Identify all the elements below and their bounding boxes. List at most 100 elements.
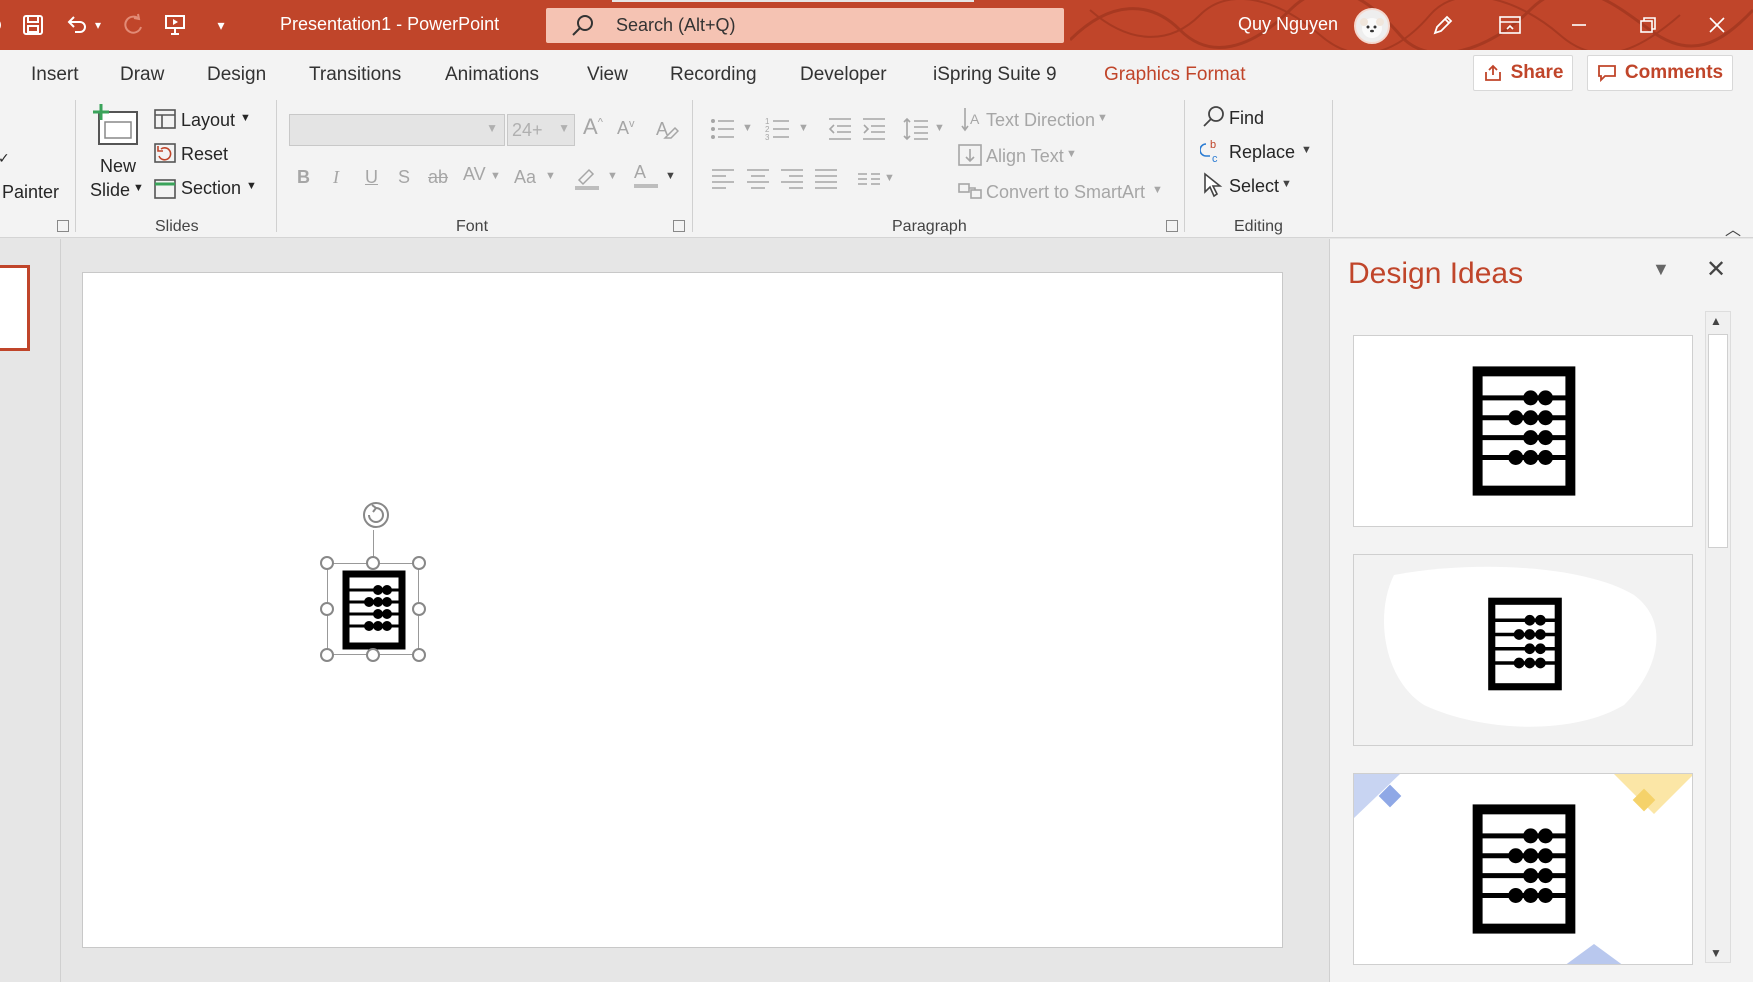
chevron-down-icon[interactable]: ▼: [558, 121, 570, 135]
chevron-down-icon[interactable]: ▼: [240, 112, 251, 124]
chevron-down-icon[interactable]: ▼: [545, 170, 556, 182]
convert-smartart-button[interactable]: Convert to SmartArt: [986, 182, 1145, 203]
shrink-font-button[interactable]: Av: [617, 118, 635, 139]
align-left-icon[interactable]: [710, 166, 736, 192]
present-icon[interactable]: [160, 10, 190, 40]
clipboard-launcher-icon[interactable]: [57, 220, 69, 232]
align-text-button[interactable]: Align Text: [986, 146, 1064, 167]
tab-graphics-format[interactable]: Graphics Format: [1104, 64, 1245, 86]
underline-button[interactable]: U: [365, 167, 378, 188]
highlight-icon[interactable]: [573, 164, 599, 190]
ribbon-display-options-icon[interactable]: [1487, 8, 1533, 42]
customize-quick-access-icon[interactable]: ▾: [206, 10, 236, 40]
chevron-down-icon[interactable]: ▼: [1066, 148, 1077, 160]
share-button[interactable]: Share: [1473, 55, 1573, 91]
align-center-icon[interactable]: [745, 166, 771, 192]
font-launcher-icon[interactable]: [673, 220, 685, 232]
strikethrough-button[interactable]: ab: [428, 167, 448, 188]
search-box[interactable]: Search (Alt+Q): [546, 8, 1064, 43]
chevron-down-icon[interactable]: ▼: [490, 170, 501, 182]
italic-button[interactable]: I: [333, 167, 339, 188]
chevron-down-icon[interactable]: ▼: [1152, 184, 1163, 196]
align-right-icon[interactable]: [779, 166, 805, 192]
replace-button[interactable]: Replace: [1229, 142, 1295, 163]
collapse-ribbon-icon[interactable]: ︿: [1725, 216, 1741, 240]
minimize-icon[interactable]: [1556, 8, 1602, 42]
tab-design[interactable]: Design: [207, 64, 266, 86]
chevron-down-icon[interactable]: ▼: [1281, 178, 1292, 190]
redo-icon[interactable]: [118, 10, 148, 40]
close-pane-icon[interactable]: ✕: [1706, 255, 1726, 284]
design-idea-card[interactable]: [1353, 773, 1693, 965]
select-cursor-icon[interactable]: [1201, 172, 1227, 198]
justify-icon[interactable]: [813, 166, 839, 192]
tab-developer[interactable]: Developer: [800, 64, 887, 86]
chevron-down-icon[interactable]: ▼: [1301, 144, 1312, 156]
new-slide-label-1[interactable]: New: [100, 156, 136, 177]
new-slide-label-2[interactable]: Slide: [90, 180, 130, 201]
decrease-indent-icon[interactable]: [827, 116, 853, 142]
resize-handle[interactable]: [412, 602, 426, 616]
chevron-down-icon[interactable]: ▼: [884, 172, 895, 184]
character-spacing-button[interactable]: AV: [463, 164, 486, 185]
resize-handle[interactable]: [320, 602, 334, 616]
find-icon[interactable]: [1201, 104, 1227, 130]
pane-options-chevron-icon[interactable]: ▼: [1652, 259, 1670, 280]
font-size-combo[interactable]: 24+ ▼: [507, 114, 575, 146]
resize-handle[interactable]: [366, 556, 380, 570]
design-idea-card[interactable]: [1353, 335, 1693, 527]
align-text-icon[interactable]: [957, 142, 983, 168]
tab-draw[interactable]: Draw: [120, 64, 164, 86]
font-color-button[interactable]: A: [634, 162, 658, 188]
text-direction-button[interactable]: Text Direction: [986, 110, 1095, 131]
grow-font-button[interactable]: A^: [583, 114, 603, 140]
scroll-down-icon[interactable]: ▼: [1710, 946, 1722, 960]
change-case-button[interactable]: Aa: [514, 167, 536, 188]
avatar[interactable]: [1354, 8, 1390, 44]
autosave-icon[interactable]: [0, 10, 16, 40]
user-name[interactable]: Quy Nguyen: [1238, 14, 1338, 35]
comments-button[interactable]: Comments: [1587, 55, 1733, 91]
paragraph-launcher-icon[interactable]: [1166, 220, 1178, 232]
shadow-button[interactable]: S: [398, 167, 410, 188]
design-idea-card[interactable]: [1353, 554, 1693, 746]
pane-scrollbar[interactable]: ▲ ▼: [1705, 311, 1731, 963]
reset-button[interactable]: Reset: [181, 144, 228, 165]
scroll-up-icon[interactable]: ▲: [1710, 314, 1722, 328]
resize-handle[interactable]: [320, 648, 334, 662]
chevron-down-icon[interactable]: ▼: [742, 122, 753, 134]
resize-handle[interactable]: [320, 556, 334, 570]
tab-ispring[interactable]: iSpring Suite 9: [933, 64, 1057, 86]
chevron-down-icon[interactable]: ▼: [246, 180, 257, 192]
chevron-down-icon[interactable]: ▼: [133, 182, 144, 194]
slide-canvas[interactable]: [82, 272, 1283, 948]
resize-handle[interactable]: [412, 648, 426, 662]
tab-insert[interactable]: Insert: [31, 64, 79, 86]
selected-graphic[interactable]: [327, 563, 419, 655]
restore-icon[interactable]: [1625, 8, 1671, 42]
slide-thumbnail-selected[interactable]: [0, 265, 30, 351]
tab-view[interactable]: View: [587, 64, 628, 86]
replace-icon[interactable]: bc: [1200, 138, 1226, 164]
chevron-down-icon[interactable]: ▼: [665, 170, 676, 182]
smartart-icon[interactable]: [957, 178, 983, 204]
format-painter-button[interactable]: Painter: [2, 182, 59, 203]
bold-button[interactable]: B: [297, 167, 310, 188]
chevron-down-icon[interactable]: ▼: [934, 122, 945, 134]
text-direction-icon[interactable]: A: [959, 106, 985, 132]
bullets-icon[interactable]: [710, 116, 736, 142]
clear-formatting-icon[interactable]: A: [653, 116, 679, 142]
chevron-down-icon[interactable]: ▼: [486, 121, 498, 135]
columns-icon[interactable]: [856, 166, 882, 192]
chevron-down-icon[interactable]: ▼: [1097, 112, 1108, 124]
resize-handle[interactable]: [366, 648, 380, 662]
chevron-down-icon[interactable]: ▼: [607, 170, 618, 182]
undo-dropdown-icon[interactable]: ▾: [88, 10, 108, 40]
new-slide-icon[interactable]: [93, 104, 141, 148]
increase-indent-icon[interactable]: [861, 116, 887, 142]
line-spacing-icon[interactable]: [903, 116, 929, 142]
font-name-combo[interactable]: ▼: [289, 114, 505, 146]
select-button[interactable]: Select: [1229, 176, 1279, 197]
section-button[interactable]: Section: [181, 178, 241, 199]
resize-handle[interactable]: [412, 556, 426, 570]
